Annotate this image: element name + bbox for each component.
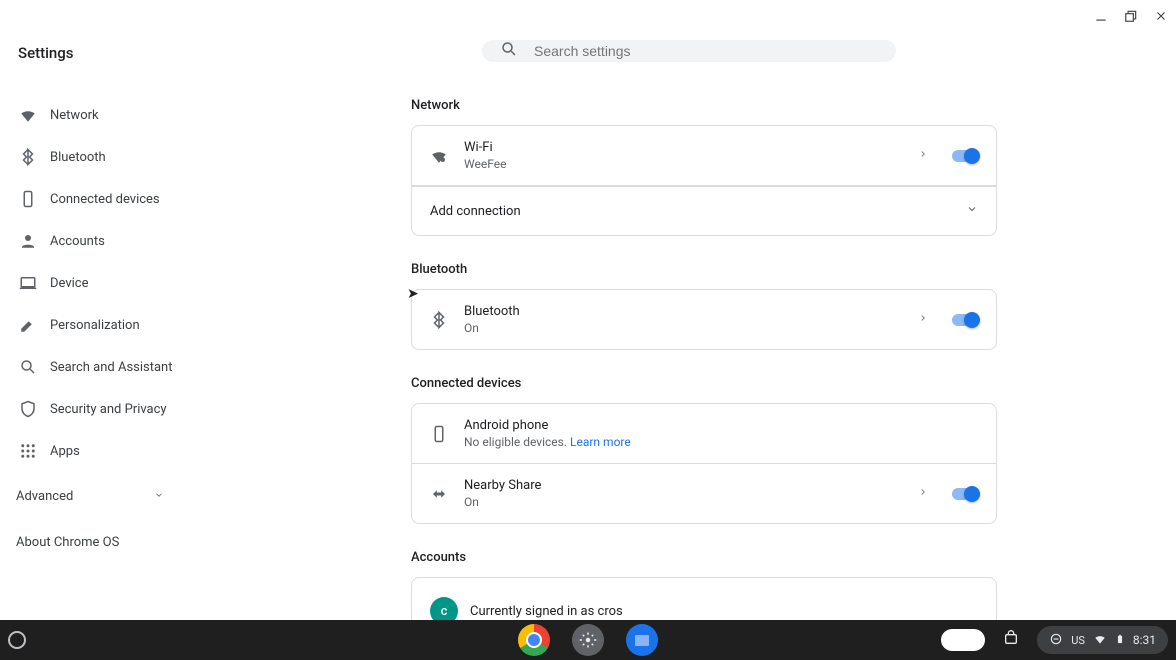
sidebar-advanced-toggle[interactable]: Advanced [0,478,180,515]
chevron-right-icon [918,487,928,500]
notification-off-icon [1049,632,1063,649]
shield-icon [18,399,38,419]
learn-more-link[interactable]: Learn more [570,435,631,449]
search-icon [18,357,38,377]
bluetooth-status: On [464,321,918,335]
android-phone-status: No eligible devices. Learn more [464,435,978,449]
nearby-share-title: Nearby Share [464,478,918,493]
sidebar-item-label: Apps [50,444,80,459]
wifi-toggle[interactable] [952,150,978,162]
sidebar-item-bluetooth[interactable]: Bluetooth [0,136,232,178]
android-phone-title: Android phone [464,418,978,433]
bluetooth-icon [430,311,464,329]
launcher-button[interactable] [8,631,26,649]
battery-tray-icon [1115,632,1125,649]
search-input[interactable] [534,43,878,59]
sidebar-item-label: Bluetooth [50,150,106,165]
sidebar-item-search-assistant[interactable]: Search and Assistant [0,346,232,388]
sidebar-item-label: Security and Privacy [50,402,167,417]
bluetooth-card: Bluetooth On [411,289,997,350]
section-title-bluetooth: Bluetooth [411,262,997,277]
chevron-right-icon [918,149,928,162]
nearby-share-status: On [464,495,918,509]
bluetooth-row[interactable]: Bluetooth On [412,290,996,349]
sidebar-item-device[interactable]: Device [0,262,232,304]
sidebar-item-personalization[interactable]: Personalization [0,304,232,346]
sidebar-item-label: Connected devices [50,192,160,207]
app-title: Settings [0,44,232,62]
bluetooth-title: Bluetooth [464,304,918,319]
sidebar-item-label: Search and Assistant [50,360,173,375]
advanced-label: Advanced [16,489,73,504]
bluetooth-icon [18,147,38,167]
chevron-down-icon [154,489,164,504]
shelf: US 8:31 [0,620,1176,660]
status-tray[interactable]: US 8:31 [1037,626,1168,654]
wifi-title: Wi-Fi [464,140,918,155]
add-connection-label: Add connection [430,204,521,219]
files-app-icon[interactable] [626,624,658,656]
signed-in-text: Currently signed in as cros [470,604,978,619]
sidebar-item-network[interactable]: Network [0,94,232,136]
phone-icon [430,425,464,443]
chevron-down-icon [966,203,978,219]
sidebar-item-label: Accounts [50,234,105,249]
weather-widget[interactable] [941,629,985,651]
section-title-accounts: Accounts [411,550,997,565]
sidebar-item-connected-devices[interactable]: Connected devices [0,178,232,220]
section-title-connected: Connected devices [411,376,997,391]
wifi-row[interactable]: Wi-Fi WeeFee [412,126,996,185]
avatar: c [430,597,470,620]
signed-in-row[interactable]: c Currently signed in as cros [412,578,996,620]
bluetooth-toggle[interactable] [952,314,978,326]
phone-status-text: No eligible devices. [464,435,567,449]
window-restore-icon[interactable] [1124,8,1138,27]
apps-grid-icon [18,441,38,461]
ime-label: US [1071,634,1085,647]
chevron-right-icon [918,313,928,326]
add-connection-row[interactable]: Add connection [412,186,996,235]
phone-icon [18,189,38,209]
connected-devices-card: Android phone No eligible devices. Learn… [411,403,997,524]
section-title-network: Network [411,98,997,113]
accounts-card: c Currently signed in as cros [411,577,997,620]
window-minimize-icon[interactable] [1094,8,1108,27]
sidebar-about[interactable]: About Chrome OS [0,515,232,550]
sidebar-item-security[interactable]: Security and Privacy [0,388,232,430]
clock: 8:31 [1133,633,1156,647]
wifi-tray-icon [1093,632,1107,649]
sidebar-item-accounts[interactable]: Accounts [0,220,232,262]
paint-icon [18,315,38,335]
sidebar-item-label: Personalization [50,318,140,333]
wifi-ssid: WeeFee [464,157,918,171]
chrome-app-icon[interactable] [518,624,550,656]
network-card: Wi-Fi WeeFee Add connection [411,125,997,236]
wifi-icon [18,105,38,125]
wifi-icon [430,147,464,165]
settings-app-icon[interactable] [572,624,604,656]
person-icon [18,231,38,251]
search-bar[interactable] [482,40,896,62]
nearby-share-toggle[interactable] [952,488,978,500]
search-icon [500,40,518,62]
sidebar-item-label: Network [50,108,99,123]
laptop-icon [18,273,38,293]
avatar-initial: c [430,597,458,620]
tote-tray-icon[interactable] [1003,630,1019,650]
about-label: About Chrome OS [16,535,119,550]
nearby-share-icon [430,485,464,503]
main-content: Network Wi-Fi WeeFee Add connection [232,0,1176,620]
window-close-icon[interactable] [1154,8,1168,27]
sidebar-item-apps[interactable]: Apps [0,430,232,472]
android-phone-row[interactable]: Android phone No eligible devices. Learn… [412,404,996,463]
nearby-share-row[interactable]: Nearby Share On [412,464,996,523]
sidebar: Settings Network Bluetooth Connected dev… [0,0,232,620]
sidebar-item-label: Device [50,276,89,291]
